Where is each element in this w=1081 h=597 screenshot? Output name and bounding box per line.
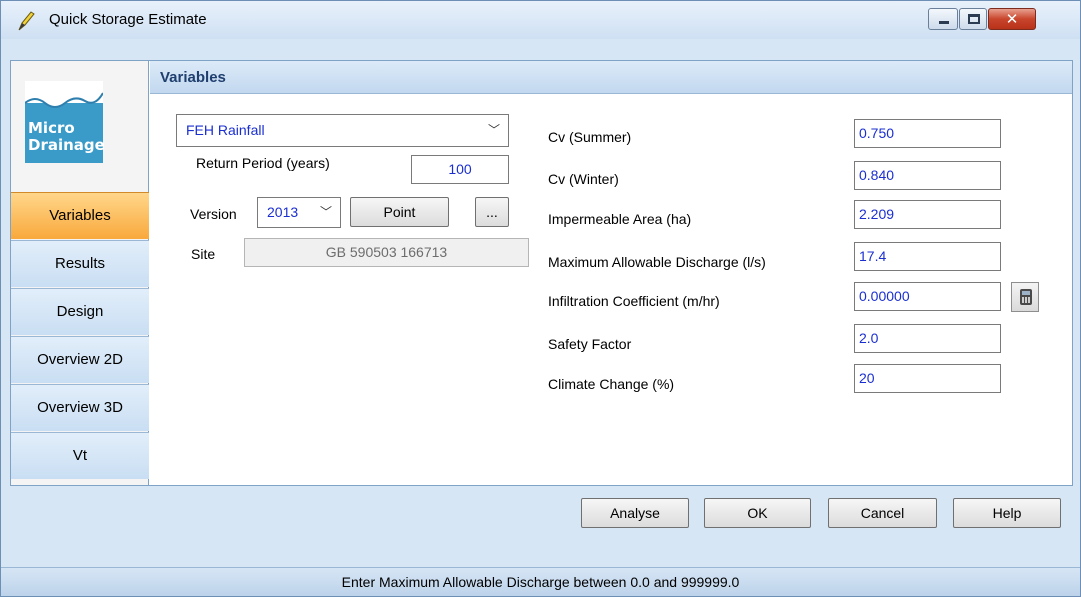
- title-bar[interactable]: Quick Storage Estimate ✕: [1, 1, 1080, 39]
- rainfall-type-value: FEH Rainfall: [186, 122, 265, 138]
- close-icon: ✕: [1005, 10, 1019, 28]
- cv-winter-label: Cv (Winter): [548, 171, 619, 187]
- status-bar: Enter Maximum Allowable Discharge betwee…: [1, 567, 1080, 596]
- maximize-button[interactable]: [959, 8, 987, 30]
- calculator-button[interactable]: [1011, 282, 1039, 312]
- site-field: GB 590503 166713: [244, 238, 529, 267]
- quick-storage-estimate-window: Quick Storage Estimate ✕ Micro Drainage …: [0, 0, 1081, 597]
- micro-drainage-logo: Micro Drainage: [25, 81, 105, 163]
- rainfall-type-dropdown[interactable]: FEH Rainfall ﹀: [176, 114, 509, 147]
- cv-summer-label: Cv (Summer): [548, 129, 632, 145]
- calculator-screen: [1022, 291, 1030, 295]
- minimize-icon: [939, 21, 949, 24]
- climate-change-input[interactable]: 20: [854, 364, 1001, 393]
- maximize-icon: [968, 14, 980, 24]
- nav-overview-2d[interactable]: Overview 2D: [11, 336, 149, 383]
- cv-summer-input[interactable]: 0.750: [854, 119, 1001, 148]
- infiltration-coefficient-input[interactable]: 0.00000: [854, 282, 1001, 311]
- ok-button[interactable]: OK: [704, 498, 811, 528]
- minimize-button[interactable]: [928, 8, 958, 30]
- cancel-button[interactable]: Cancel: [828, 498, 937, 528]
- analyse-button[interactable]: Analyse: [581, 498, 689, 528]
- close-button[interactable]: ✕: [988, 8, 1036, 30]
- nav-variables[interactable]: Variables: [11, 192, 149, 239]
- max-discharge-input[interactable]: 17.4: [854, 242, 1001, 271]
- version-value: 2013: [267, 204, 299, 220]
- safety-factor-input[interactable]: 2.0: [854, 324, 1001, 353]
- logo-line-1: Micro: [28, 119, 75, 137]
- nav-vt[interactable]: Vt: [11, 432, 149, 479]
- calculator-icon: [1020, 289, 1032, 305]
- point-button[interactable]: Point: [350, 197, 449, 227]
- site-label: Site: [191, 246, 216, 262]
- max-discharge-label: Maximum Allowable Discharge (l/s): [548, 254, 766, 270]
- sidebar: Micro Drainage Variables Results Design …: [11, 61, 149, 485]
- climate-change-label: Climate Change (%): [548, 376, 675, 392]
- impermeable-area-label: Impermeable Area (ha): [548, 211, 692, 227]
- cv-winter-input[interactable]: 0.840: [854, 161, 1001, 190]
- impermeable-area-input[interactable]: 2.209: [854, 200, 1001, 229]
- logo-line-2: Drainage: [28, 136, 105, 154]
- logo-text: Micro Drainage: [25, 119, 105, 154]
- nav-design[interactable]: Design: [11, 288, 149, 335]
- chevron-down-icon: ﹀: [487, 123, 500, 137]
- panel-header: Variables: [150, 61, 1072, 94]
- help-button[interactable]: Help: [953, 498, 1061, 528]
- window-title: Quick Storage Estimate: [49, 11, 207, 28]
- return-period-label: Return Period (years): [196, 155, 330, 171]
- safety-factor-label: Safety Factor: [548, 336, 632, 352]
- infiltration-coefficient-label: Infiltration Coefficient (m/hr): [548, 293, 720, 309]
- version-dropdown[interactable]: 2013 ﹀: [257, 197, 341, 228]
- calculator-keys: [1022, 297, 1030, 303]
- main-content: Micro Drainage Variables Results Design …: [10, 60, 1073, 486]
- nav-overview-3d[interactable]: Overview 3D: [11, 384, 149, 431]
- nav-results[interactable]: Results: [11, 240, 149, 287]
- water-wave-icon: [25, 81, 103, 108]
- version-label: Version: [190, 206, 237, 222]
- chevron-down-icon: ﹀: [319, 205, 332, 219]
- pencil-icon: [18, 11, 35, 31]
- browse-button[interactable]: ...: [475, 197, 509, 227]
- return-period-input[interactable]: 100: [411, 155, 509, 184]
- panel-title: Variables: [160, 69, 226, 86]
